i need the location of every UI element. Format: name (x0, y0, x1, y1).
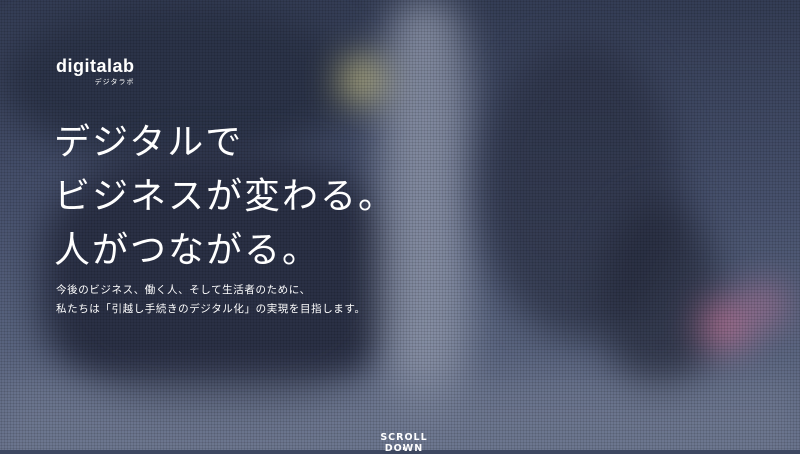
hero-lead-text: 今後のビジネス、働く人、そして生活者のために、 私たちは「引越し手続きのデジタル… (56, 281, 366, 319)
hero-headline: デジタルで ビジネスが変わる。 人がつながる。 (54, 116, 396, 278)
site-logo[interactable]: digitalab デジタラボ (56, 56, 135, 87)
logo-wordmark: digitalab (56, 56, 135, 76)
lead-line-2: 私たちは「引越し手続きのデジタル化」の実現を目指します。 (56, 303, 366, 315)
headline-line-2: ビジネスが変わる。 (54, 176, 397, 217)
lead-line-1: 今後のビジネス、働く人、そして生活者のために、 (56, 284, 311, 296)
logo-katakana: デジタラボ (94, 78, 135, 86)
scroll-down-link[interactable]: SCROLL DOWN (364, 432, 444, 454)
headline-line-1: デジタルで (54, 122, 244, 163)
headline-line-3: 人がつながる。 (54, 230, 321, 271)
